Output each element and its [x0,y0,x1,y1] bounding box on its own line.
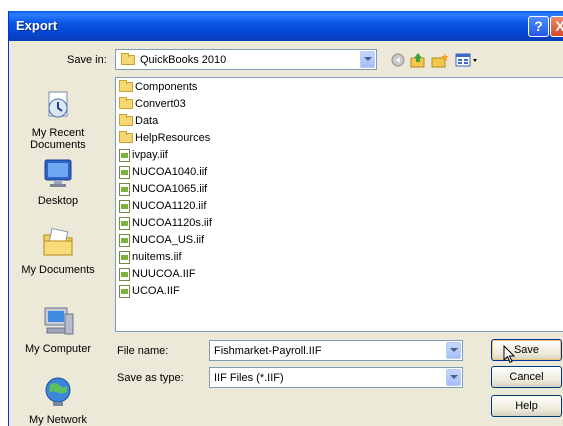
folder-icon [121,53,135,65]
iif-file-icon [119,216,130,230]
views-menu-icon[interactable] [455,52,479,68]
list-item-label: Convert03 [135,98,186,111]
list-item[interactable]: NUCOA_US.iif [119,232,204,248]
list-item-label: ivpay.iif [132,149,168,162]
place-label: My Recent Documents [30,127,86,151]
save-as-type-dropdown[interactable]: IIF Files (*.IIF) [209,367,463,388]
my-documents-icon [43,227,73,256]
list-item-label: HelpResources [135,132,211,145]
list-item[interactable]: ivpay.iif [119,147,168,163]
save-as-type-value: IIF Files (*.IIF) [214,372,284,384]
place-label: My Computer [24,343,92,355]
list-item[interactable]: NUCOA1120s.iif [119,215,212,231]
list-item-label: Data [135,115,159,128]
list-item-label: NUUCOA.IIF [132,268,196,281]
save-in-dropdown[interactable]: QuickBooks 2010 [115,49,377,70]
iif-file-icon [119,267,130,281]
iif-file-icon [119,233,130,247]
file-list[interactable]: Components Convert03 Data HelpResources … [115,77,563,332]
up-folder-icon[interactable] [409,52,427,68]
list-item[interactable]: Components [119,79,197,95]
file-name-field[interactable]: Fishmarket-Payroll.IIF [209,340,463,361]
list-item[interactable]: HelpResources [119,130,210,146]
list-item-label: nuitems.iif [132,251,182,264]
recent-documents-icon [48,91,68,118]
place-label: Desktop [37,195,79,207]
export-dialog: Export ? X Save in: QuickBooks 2010 [8,11,563,426]
place-my-computer[interactable]: My Computer [9,304,107,355]
my-network-icon [45,377,71,406]
place-desktop[interactable]: Desktop [9,156,107,207]
place-label: My Documents [21,264,95,276]
place-my-documents[interactable]: My Documents [9,225,107,276]
my-computer-icon [44,307,74,335]
chevron-down-icon[interactable] [446,342,461,359]
list-item-label: NUCOA1120s.iif [132,217,212,230]
list-item[interactable]: UCOA.IIF [119,283,180,299]
new-folder-icon[interactable] [431,52,449,68]
folder-icon [119,80,133,93]
title-bar[interactable]: Export ? X [9,11,563,41]
save-button[interactable]: Save [491,339,562,361]
cancel-button[interactable]: Cancel [491,366,562,388]
save-in-value: QuickBooks 2010 [140,54,227,66]
list-item-label: NUCOA1065.iif [132,183,208,196]
close-button[interactable]: X [550,16,563,37]
place-my-network[interactable]: My Network [9,375,107,426]
list-item-label: NUCOA1040.iif [132,166,208,179]
folder-icon [119,114,133,127]
list-item-label: NUCOA1120.iif [132,200,207,213]
list-item-label: UCOA.IIF [132,285,180,298]
file-name-value: Fishmarket-Payroll.IIF [214,345,322,357]
list-item-label: NUCOA_US.iif [132,234,205,247]
list-item[interactable]: NUCOA1120.iif [119,198,206,214]
chevron-down-icon[interactable] [360,51,375,68]
list-item[interactable]: Convert03 [119,96,186,112]
mouse-cursor-icon [503,345,516,364]
desktop-icon [44,159,72,187]
list-item-label: Components [135,81,198,94]
dialog-title: Export [16,18,58,33]
iif-file-icon [119,148,130,162]
title-help-button[interactable]: ? [528,16,549,37]
folder-icon [119,97,133,110]
iif-file-icon [119,182,130,196]
list-item[interactable]: nuitems.iif [119,249,182,265]
iif-file-icon [119,199,130,213]
back-icon[interactable] [389,52,407,68]
place-my-recent-documents[interactable]: My Recent Documents [9,88,107,151]
iif-file-icon [119,250,130,264]
folder-icon [119,131,133,144]
help-button[interactable]: Help [491,395,562,417]
list-item[interactable]: NUCOA1065.iif [119,181,207,197]
chevron-down-icon[interactable] [446,369,461,386]
list-item[interactable]: Data [119,113,158,129]
list-item[interactable]: NUCOA1040.iif [119,164,207,180]
list-item[interactable]: NUUCOA.IIF [119,266,196,282]
iif-file-icon [119,284,130,298]
places-bar: My Recent Documents Desktop My Documents [9,54,107,426]
save-as-type-label: Save as type: [117,372,184,384]
place-label: My Network [28,414,88,426]
iif-file-icon [119,165,130,179]
file-name-label: File name: [117,345,169,357]
